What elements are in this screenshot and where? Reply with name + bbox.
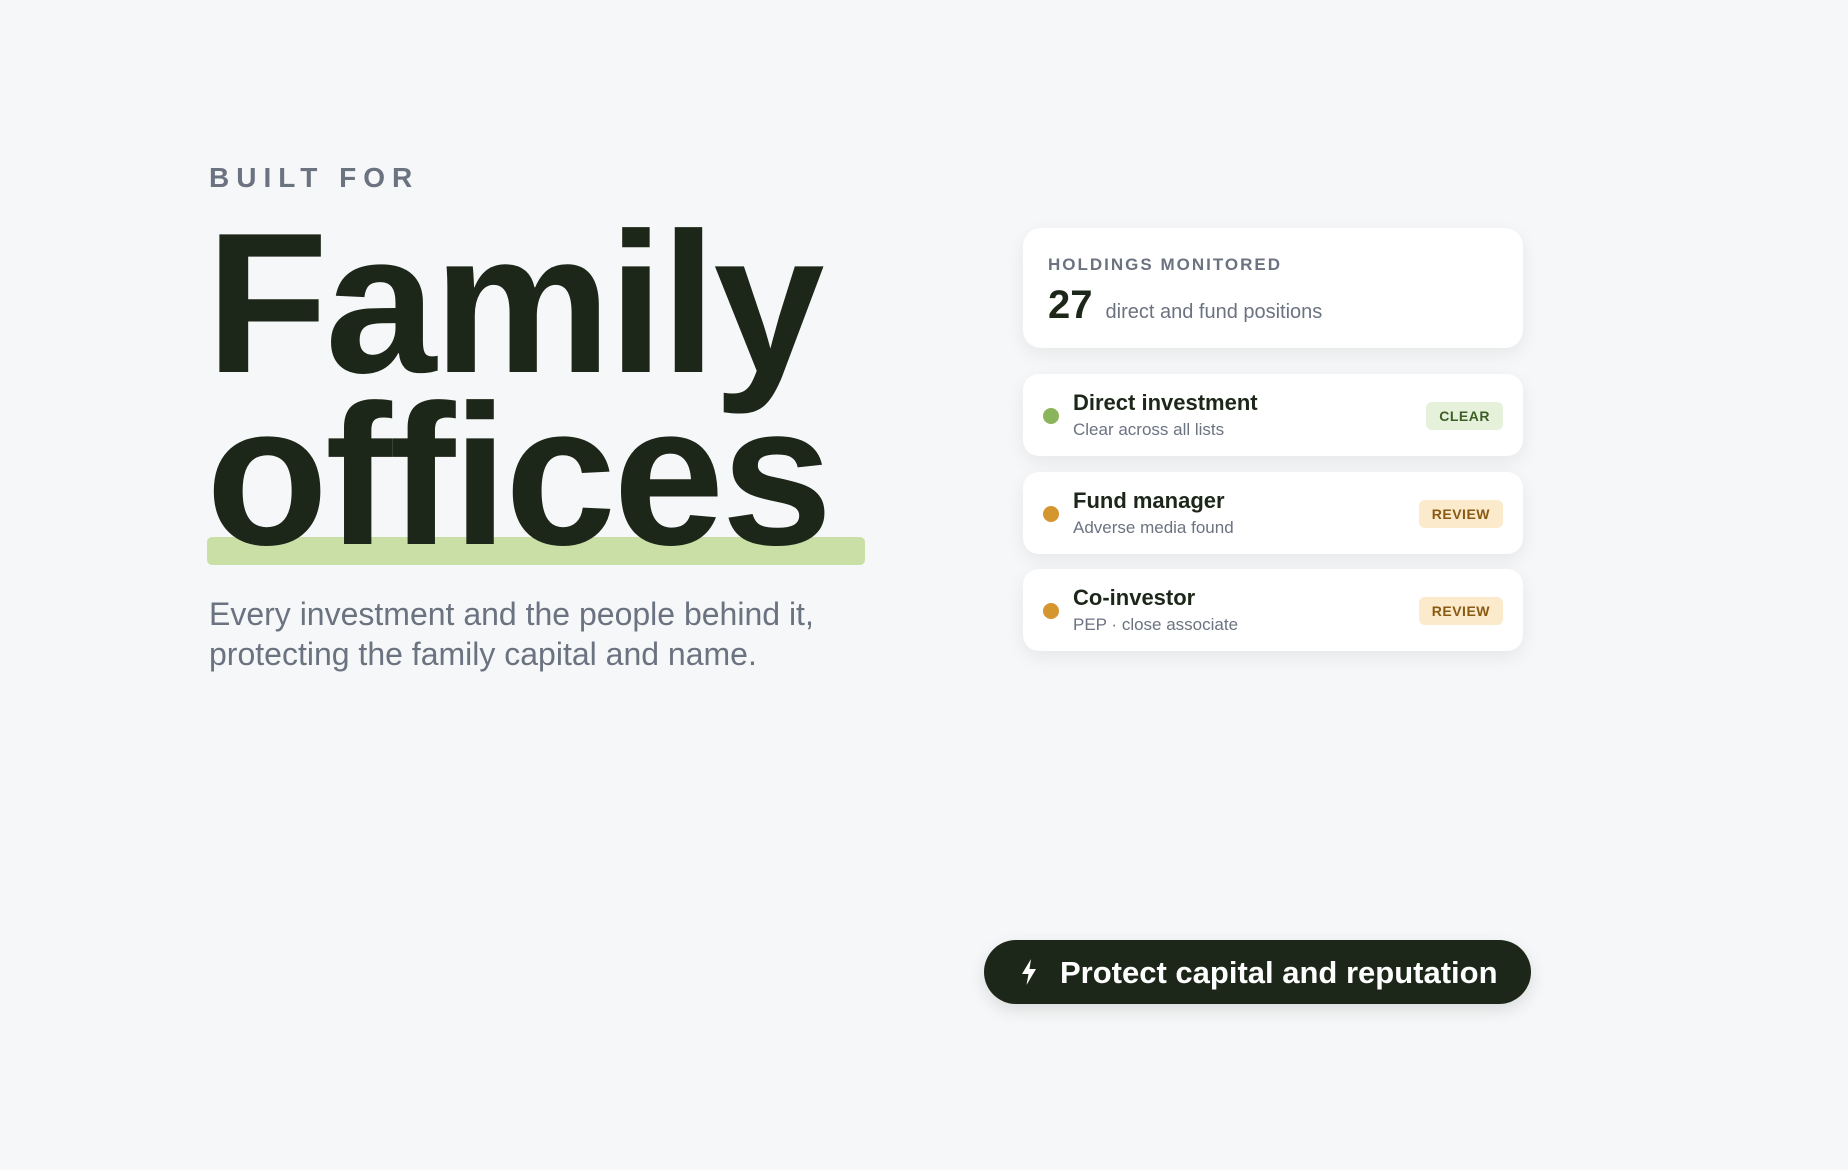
status-dot: [1043, 506, 1059, 522]
summary-row: 27 direct and fund positions: [1048, 285, 1498, 325]
entity-detail: Clear across all lists: [1073, 420, 1225, 439]
holdings-summary-card: HOLDINGS MONITORED 27 direct and fund po…: [1023, 228, 1523, 348]
entity-detail: Adverse media found: [1073, 518, 1234, 537]
status-badge: CLEAR: [1426, 402, 1503, 430]
holdings-count: 27: [1048, 283, 1093, 327]
lightning-bolt-icon: [1022, 959, 1036, 985]
protect-capital-button[interactable]: Protect capital and reputation: [984, 940, 1531, 1004]
eyebrow-label: BUILT FOR: [209, 162, 420, 193]
cta-label: Protect capital and reputation: [1060, 954, 1498, 990]
summary-label: HOLDINGS MONITORED: [1048, 255, 1283, 274]
entity-name: Direct investment: [1073, 390, 1258, 415]
headline-line-2: offices: [206, 364, 833, 587]
status-dot: [1043, 408, 1059, 424]
entity-card-direct-investment[interactable]: Direct investment Clear across all lists…: [1023, 374, 1523, 456]
entity-detail: PEP · close associate: [1073, 615, 1239, 634]
hero-subtitle: Every investment and the people behind i…: [209, 596, 814, 672]
entity-card-fund-manager[interactable]: Fund manager Adverse media found REVIEW: [1023, 472, 1523, 554]
entity-card-co-investor[interactable]: Co-investor PEP · close associate REVIEW: [1023, 569, 1523, 651]
entity-name: Co-investor: [1073, 585, 1196, 610]
page-title: Family offices: [206, 204, 833, 587]
entity-name: Fund manager: [1073, 488, 1225, 513]
status-dot: [1043, 603, 1059, 619]
holdings-description: direct and fund positions: [1105, 301, 1323, 323]
status-badge: REVIEW: [1418, 597, 1503, 625]
status-badge: REVIEW: [1418, 500, 1503, 528]
